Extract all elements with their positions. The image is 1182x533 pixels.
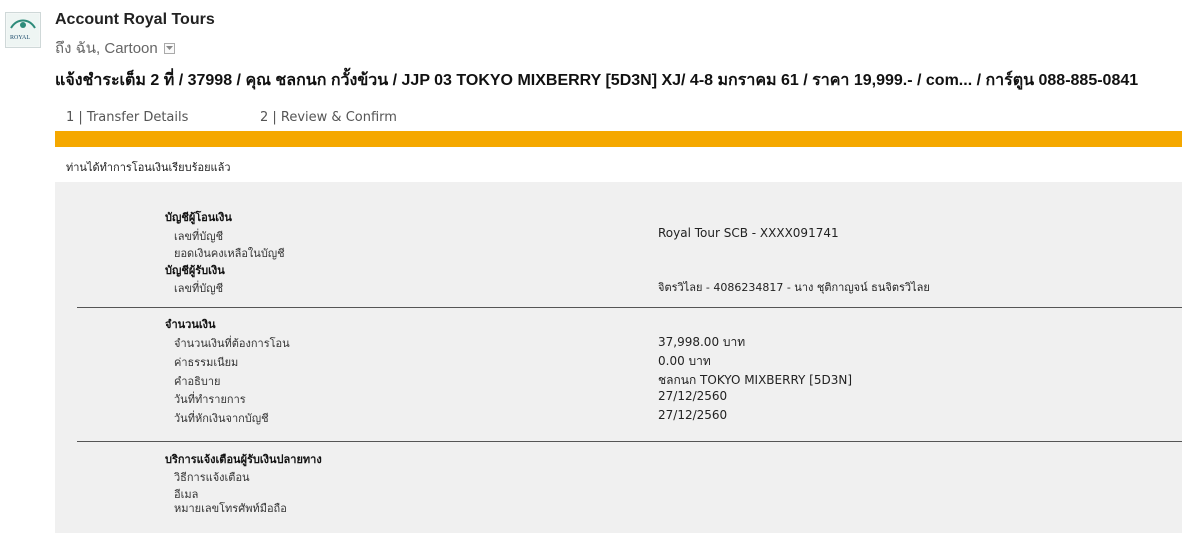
section-divider [77, 441, 1182, 442]
notify-method-label: วิธีการแจ้งเตือน [174, 471, 250, 484]
sender-avatar: ROYAL [5, 12, 41, 48]
balance-label: ยอดเงินคงเหลือในบัญชี [174, 247, 285, 260]
recipients-line: ถึง ฉัน, Cartoon [55, 36, 175, 60]
from-account-title: บัญชีผู้โอนเงิน [165, 211, 232, 224]
to-account-title: บัญชีผู้รับเงิน [165, 264, 225, 277]
avatar-text: ROYAL [10, 35, 31, 41]
to-account-number-value: จิตรวิไลย - 4086234817 - นาง ชุติกาญจน์ … [658, 281, 930, 294]
from-account-number-value: Royal Tour SCB - XXXX091741 [658, 226, 839, 240]
step-transfer-details: 1 | Transfer Details [66, 110, 189, 125]
amount-title: จำนวนเงิน [165, 318, 216, 331]
fee-value: 0.00 บาท [658, 354, 711, 368]
transaction-date-value: 27/12/2560 [658, 389, 728, 403]
notify-title: บริการแจ้งเตือนผู้รับเงินปลายทาง [165, 453, 322, 466]
step-review-confirm: 2 | Review & Confirm [260, 110, 397, 125]
transfer-summary-panel: บัญชีผู้โอนเงิน เลขที่บัญชี Royal Tour S… [55, 182, 1182, 533]
section-divider [77, 307, 1182, 308]
transfer-amount-label: จำนวนเงินที่ต้องการโอน [174, 337, 290, 350]
transaction-date-label: วันที่ทำรายการ [174, 393, 246, 406]
debit-date-label: วันที่หักเงินจากบัญชี [174, 412, 269, 425]
royal-logo-icon [7, 14, 39, 46]
recipients-text: ถึง ฉัน, Cartoon [55, 40, 158, 57]
progress-bar [55, 131, 1182, 147]
chevron-down-icon[interactable] [163, 42, 175, 54]
description-label: คำอธิบาย [174, 375, 221, 388]
debit-date-value: 27/12/2560 [658, 408, 728, 422]
email-subject: แจ้งชำระเต็ม 2 ที่ / 37998 / คุณ ชลกนก ก… [55, 72, 1139, 89]
to-account-number-label: เลขที่บัญชี [174, 282, 224, 295]
notify-phone-label: หมายเลขโทรศัพท์มือถือ [174, 502, 287, 515]
confirmation-message: ท่านได้ทำการโอนเงินเรียบร้อยแล้ว [66, 161, 231, 174]
from-account-number-label: เลขที่บัญชี [174, 230, 224, 243]
transfer-amount-value: 37,998.00 บาท [658, 335, 746, 349]
sender-name[interactable]: Account Royal Tours [55, 11, 215, 29]
fee-label: ค่าธรรมเนียม [174, 356, 239, 369]
description-value: ชลกนก TOKYO MIXBERRY [5D3N] [658, 373, 853, 387]
